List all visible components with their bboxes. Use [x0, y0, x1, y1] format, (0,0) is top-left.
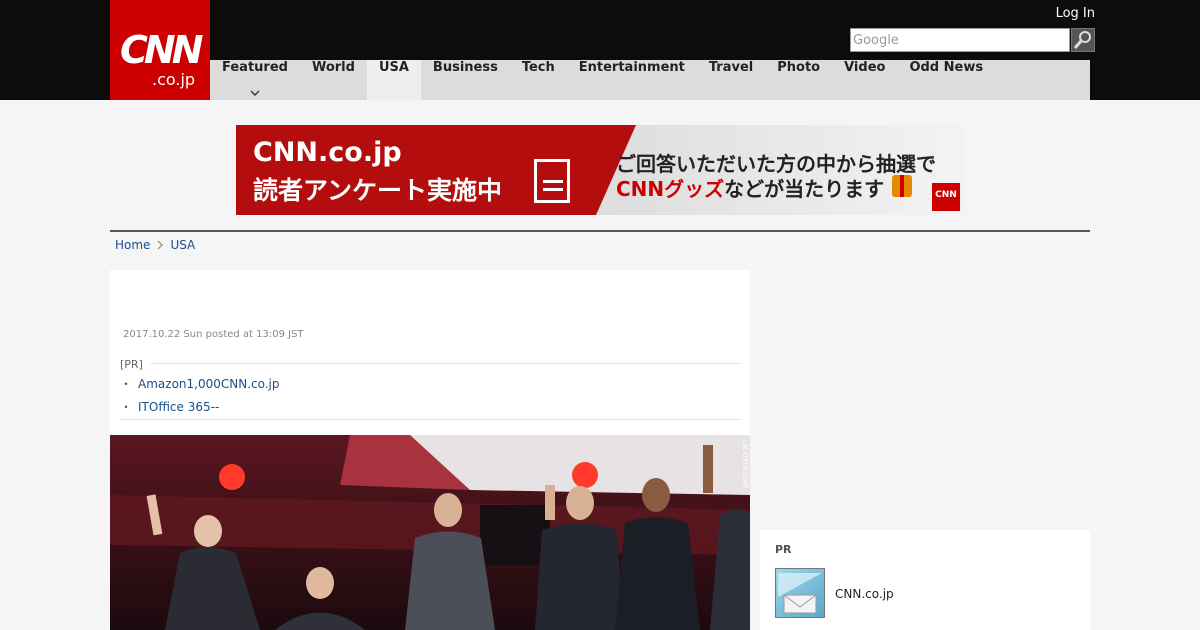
logo-sub-text: .co.jp	[152, 70, 196, 89]
banner-line1: CNN.co.jp	[253, 137, 402, 168]
search-input[interactable]: Google	[850, 28, 1070, 52]
banner-right-line2: CNNグッズなどが当たります	[616, 173, 884, 202]
header-bar: CNN .co.jp Log In Google Featured World US…	[0, 0, 1200, 100]
breadcrumb-current[interactable]: USA	[170, 238, 195, 252]
logo-main-text: CNN	[120, 28, 203, 72]
breadcrumb: Home USA	[115, 238, 195, 252]
nav-item-entertainment[interactable]: Entertainment	[567, 60, 697, 100]
gift-icon	[892, 175, 912, 197]
banner-line2: 読者アンケート実施中	[253, 176, 503, 205]
search-placeholder: Google	[853, 33, 899, 48]
pr-divider-bottom	[120, 419, 740, 420]
pr-link-1-text: Amazon1,000CNN.co.jp	[138, 377, 280, 391]
nav-item-world[interactable]: World	[300, 60, 367, 100]
survey-document-icon	[534, 159, 570, 203]
survey-banner[interactable]: CNN.co.jp 読者アンケート実施中 ご回答いただいた方の中から抽選で CN…	[236, 125, 964, 215]
nav-item-tech[interactable]: Tech	[510, 60, 567, 100]
sidebar-pr-thumbnail[interactable]	[775, 568, 825, 618]
pr-label: [PR]	[120, 358, 143, 371]
article-date: 2017.10.22 Sun posted at 13:09 JST	[123, 329, 304, 340]
chevron-right-icon	[158, 240, 164, 250]
nav-item-video[interactable]: Video	[832, 60, 897, 100]
nav-item-travel[interactable]: Travel	[697, 60, 765, 100]
login-link[interactable]: Log In	[1056, 6, 1095, 21]
mail-icon	[778, 573, 822, 614]
photo-credit: LM OTERO/AP	[741, 440, 749, 489]
pr-link-1[interactable]: ・ Amazon1,000CNN.co.jp	[120, 375, 280, 392]
pr-divider-top	[150, 363, 740, 364]
article-photo	[110, 435, 750, 630]
nav-item-business[interactable]: Business	[421, 60, 510, 100]
chevron-down-icon	[250, 90, 260, 96]
banner-cnn-logo: CNN	[932, 183, 960, 211]
sidebar-pr-box: PR CNN.co.jp	[760, 530, 1090, 630]
banner-rest-text: などが当たります	[724, 177, 885, 201]
presidents-photo-illustration	[110, 435, 750, 630]
nav-item-featured[interactable]: Featured	[210, 60, 300, 100]
search-button[interactable]	[1071, 28, 1095, 52]
sidebar-pr-title: PR	[775, 543, 792, 556]
main-nav: Featured World USA Business Tech Entertainmen…	[210, 60, 1090, 100]
banner-red-text: CNNグッズ	[616, 177, 725, 201]
sidebar-pr-link[interactable]: CNN.co.jp	[835, 587, 894, 601]
nav-item-usa[interactable]: USA	[366, 60, 421, 100]
pr-link-2[interactable]: ・ ITOffice 365--	[120, 398, 219, 415]
search-icon	[1073, 31, 1091, 49]
breadcrumb-home[interactable]: Home	[115, 238, 150, 252]
cnn-logo[interactable]: CNN .co.jp	[110, 0, 210, 100]
nav-item-odd-news[interactable]: Odd News	[897, 60, 995, 100]
section-divider	[110, 230, 1090, 232]
article-card: 2017.10.22 Sun posted at 13:09 JST [PR] …	[110, 270, 750, 435]
pr-link-2-text: ITOffice 365--	[138, 400, 220, 414]
nav-item-photo[interactable]: Photo	[765, 60, 832, 100]
